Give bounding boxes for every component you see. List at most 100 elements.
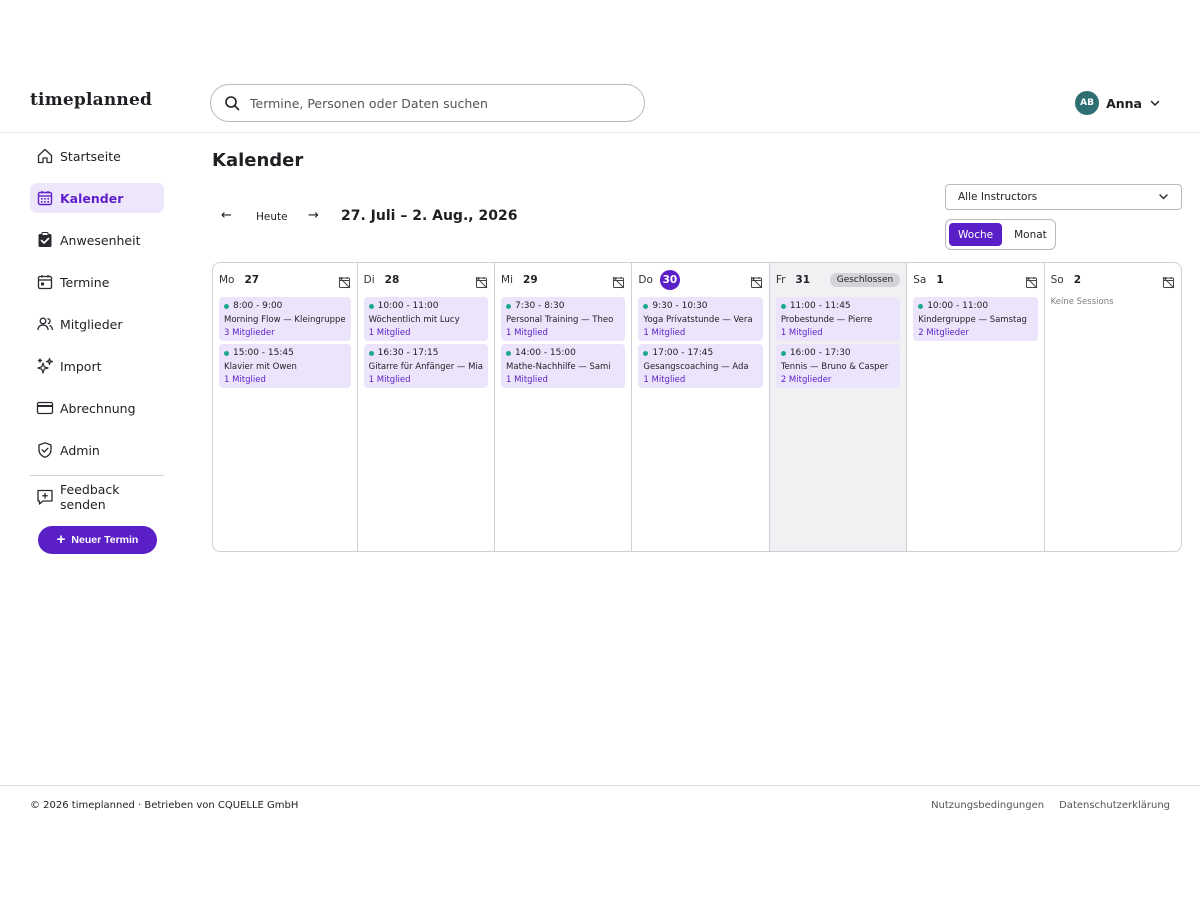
day-column[interactable]: Di 28 10:00 - 11:00 Wöchentlich mit Lucy 1 M… (358, 263, 496, 551)
event-members: 1 Mitglied (643, 328, 686, 338)
event-title: Wöchentlich mit Lucy (368, 315, 460, 325)
search-input[interactable] (250, 95, 610, 111)
sidebar-item-admin[interactable]: Admin (30, 435, 164, 465)
day-header: Mi 29 (501, 269, 625, 291)
event-time-row: 7:30 - 8:30 (506, 301, 620, 311)
day-of-week: Fr (775, 274, 786, 286)
event-time-row: 15:00 - 15:45 (224, 348, 346, 358)
event-time: 16:30 - 17:15 (377, 348, 439, 358)
sidebar-divider (30, 475, 164, 476)
sidebar-item-label: Abrechnung (60, 400, 136, 416)
event-time: 8:00 - 9:00 (233, 301, 283, 311)
day-column[interactable]: Fr 31 Geschlossen 11:00 - 11:45 Probestunde … (769, 263, 908, 551)
event-card[interactable]: 9:30 - 10:30 Yoga Privatstunde — Vera 1 Mi… (638, 297, 763, 341)
search-icon (225, 96, 240, 111)
sidebar-item-import[interactable]: Import (30, 351, 164, 381)
event-time: 7:30 - 8:30 (515, 301, 565, 311)
event-card[interactable]: 8:00 - 9:00 Morning Flow — Kleingruppe 3 M… (219, 297, 351, 341)
day-column[interactable]: Sa 1 10:00 - 11:00 Kindergruppe — Samstag 2 … (907, 263, 1045, 551)
sidebar-item-anwesenheit[interactable]: Anwesenheit (30, 225, 164, 255)
block-day-icon[interactable] (612, 274, 625, 289)
sidebar-item-startseite[interactable]: Startseite (30, 141, 164, 171)
sidebar-item-label: Feedback senden (60, 482, 120, 512)
day-number: 2 (1073, 274, 1081, 286)
event-time: 14:00 - 15:00 (515, 348, 576, 358)
block-day-icon[interactable] (338, 274, 351, 289)
day-header: Mo 27 (219, 269, 351, 291)
day-number: 27 (244, 274, 260, 286)
event-time: 17:00 - 17:45 (652, 348, 714, 358)
sidebar-item-label: Anwesenheit (60, 232, 141, 248)
app-logo[interactable]: timeplanned (30, 90, 152, 110)
view-month-button[interactable]: Monat (1005, 223, 1056, 246)
day-number: 28 (384, 274, 400, 286)
event-members: 1 Mitglied (506, 328, 548, 338)
status-dot-icon (780, 350, 786, 356)
event-title: Mathe-Nachhilfe — Sami (506, 362, 611, 372)
event-time: 15:00 - 15:45 (233, 348, 294, 358)
event-card[interactable]: 16:00 - 17:30 Tennis — Bruno & Casper 2 Mi… (775, 344, 901, 388)
day-column[interactable]: Mi 29 7:30 - 8:30 Personal Training — Theo 1… (495, 263, 633, 551)
new-appointment-button[interactable]: + Neuer Termin (38, 526, 157, 554)
block-day-icon[interactable] (1025, 274, 1038, 289)
event-card[interactable]: 17:00 - 17:45 Gesangscoaching — Ada 1 Mitg… (638, 344, 763, 388)
day-header: Fr 31 Geschlossen (775, 269, 901, 291)
users-icon (37, 317, 54, 331)
event-time-row: 11:00 - 11:45 (780, 301, 895, 311)
event-time-row: 16:00 - 17:30 (780, 348, 895, 358)
day-column[interactable]: Do 30 9:30 - 10:30 Yoga Privatstunde — Vera… (632, 263, 770, 551)
new-appointment-label: Neuer Termin (71, 534, 139, 546)
block-day-icon[interactable] (1162, 274, 1175, 289)
sidebar-item-label: Import (60, 358, 102, 374)
sidebar-item-feedback[interactable]: Feedback senden (30, 482, 164, 512)
footer-divider (0, 785, 1200, 786)
header-divider (0, 132, 1200, 133)
day-header: Di 28 (364, 269, 488, 291)
day-of-week: Mi (501, 274, 514, 286)
user-menu[interactable]: AB Anna (1075, 91, 1162, 115)
event-card[interactable]: 11:00 - 11:45 Probestunde — Pierre 1 Mitgl… (775, 297, 901, 341)
event-members: 1 Mitglied (506, 375, 548, 385)
day-header: Do 30 (638, 269, 762, 291)
day-column[interactable]: So 2 Keine Sessions (1045, 263, 1181, 551)
day-number-today: 30 (659, 270, 680, 290)
sidebar-item-label: Kalender (60, 190, 124, 206)
event-time: 11:00 - 11:45 (789, 301, 851, 311)
block-day-icon[interactable] (475, 274, 488, 289)
search-bar[interactable] (210, 84, 645, 122)
event-card[interactable]: 15:00 - 15:45 Klavier mit Owen 1 Mitglied (219, 344, 351, 388)
day-column[interactable]: Mo 27 8:00 - 9:00 Morning Flow — Kleingrupp… (213, 263, 358, 551)
event-card[interactable]: 10:00 - 11:00 Kindergruppe — Samstag 2 Mit… (913, 297, 1038, 341)
block-day-icon[interactable] (750, 274, 763, 289)
sidebar-item-termine[interactable]: Termine (30, 267, 164, 297)
status-dot-icon (224, 303, 229, 309)
event-title: Kindergruppe — Samstag (918, 315, 1027, 325)
terms-link[interactable]: Nutzungsbedingungen (931, 800, 1044, 811)
day-of-week: So (1050, 274, 1064, 286)
today-button[interactable]: Heute (256, 211, 288, 223)
event-title: Probestunde — Pierre (780, 315, 873, 325)
view-week-button[interactable]: Woche (949, 223, 1003, 246)
event-card[interactable]: 7:30 - 8:30 Personal Training — Theo 1 Mit… (501, 297, 626, 341)
event-card[interactable]: 16:30 - 17:15 Gitarre für Anfänger — Mia 1… (363, 344, 489, 388)
event-members: 1 Mitglied (224, 375, 266, 385)
sidebar-item-label: Mitglieder (60, 316, 123, 332)
next-week-button[interactable]: → (308, 208, 319, 223)
privacy-link[interactable]: Datenschutzerklärung (1059, 800, 1170, 811)
plus-icon: + (56, 530, 66, 548)
event-time: 9:30 - 10:30 (652, 301, 708, 311)
prev-week-button[interactable]: ← (221, 208, 232, 223)
event-card[interactable]: 10:00 - 11:00 Wöchentlich mit Lucy 1 Mitgl… (363, 297, 489, 341)
closed-badge: Geschlossen (829, 273, 901, 287)
event-card[interactable]: 14:00 - 15:00 Mathe-Nachhilfe — Sami 1 Mit… (501, 344, 626, 388)
sidebar-item-kalender[interactable]: Kalender (30, 183, 164, 213)
sidebar-item-mitglieder[interactable]: Mitglieder (30, 309, 164, 339)
sidebar-item-abrechnung[interactable]: Abrechnung (30, 393, 164, 423)
instructor-select-value: Alle Instructors (958, 191, 1038, 203)
day-number: 31 (795, 274, 811, 286)
instructor-select[interactable]: Alle Instructors (945, 184, 1182, 210)
date-range: 27. Juli – 2. Aug., 2026 (341, 208, 518, 224)
footer-links: Nutzungsbedingungen Datenschutzerklärung (931, 800, 1170, 811)
status-dot-icon (368, 303, 374, 309)
status-dot-icon (368, 350, 374, 356)
